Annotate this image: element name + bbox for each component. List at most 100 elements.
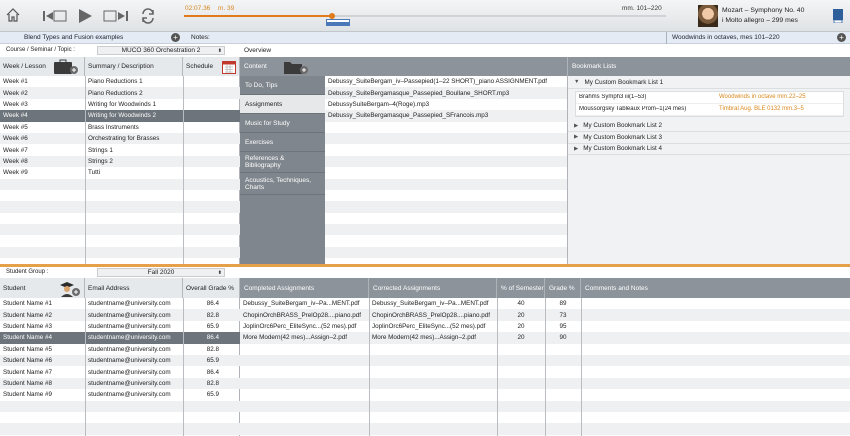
col-email-header[interactable]: Email Address [85,278,183,298]
rewind-icon[interactable] [42,10,68,22]
triangle-right-icon[interactable]: ▶ [574,134,578,140]
file-row[interactable]: Debussy_SuiteBergam_iv–Passepied(1–22 SH… [325,76,567,87]
col-summary-header[interactable]: Summary / Description [85,57,183,76]
student-row[interactable]: Student Name #7 studentname@university.co… [0,366,240,377]
col-summary-label: Summary / Description [88,63,154,70]
file-row[interactable]: Debussy_SuiteBergamasque_Passepied_SFran… [325,110,567,122]
add-blend-icon[interactable]: + [171,33,180,42]
lesson-week: Week #9 [3,169,28,177]
completed-file[interactable]: More Modern(42 mes)...Assign–2.pdf [240,334,369,341]
corrected-file[interactable]: Debussy_SuiteBergam_iv–Pa...MENT.pdf [369,300,497,307]
completed-file[interactable]: JoplinOrc6Perc_EliteSync...(52 mes).pdf [240,323,369,330]
toolbar: 02:07.36 m. 39 mm. 101–220 Mozart – Symp… [0,0,850,32]
file-row[interactable]: Debussy_SuiteBergamasque_Passepied_Boull… [325,87,567,99]
lesson-summary: Strings 1 [88,146,113,154]
bookmark-item[interactable]: Brahms Symph3 iii(1–53) Woodwinds in octa… [576,92,843,104]
lesson-row[interactable]: Week #9 Tutti [0,167,240,178]
empty-row [325,190,567,201]
bookmark-book-icon[interactable] [833,9,843,23]
student-row[interactable]: Student Name #8 studentname@university.co… [0,377,240,390]
blend-title: Blend Types and Fusion examples [24,34,124,41]
student-name: Student Name #2 [3,311,53,319]
forward-icon[interactable] [103,10,129,22]
triangle-right-icon[interactable]: ▶ [574,123,578,129]
lessons-panel: Week / Lesson Summary / Description Sche… [0,57,240,264]
lesson-row[interactable]: Week #7 Strings 1 [0,144,240,155]
col-comments-header[interactable]: Comments and Notes [581,278,850,298]
bookmark-list-name: My Custom Bookmark List 3 [583,133,662,141]
student-row[interactable]: Student Name #3 studentname@university.co… [0,321,240,332]
triangle-down-icon[interactable]: ▼ [574,79,579,85]
content-menu-item[interactable]: Music for Study [240,114,325,133]
bookmark-item-title: Brahms Symph3 iii(1–53) [579,94,647,100]
corrected-file[interactable]: More Modern(42 mes)...Assign–2.pdf [369,334,497,341]
student-row[interactable]: Student Name #9 studentname@university.co… [0,389,240,400]
file-name: Debussy_SuiteBergam_iv–Passepied(1–22 SH… [328,78,547,86]
lesson-summary: Brass Instruments [88,123,139,131]
content-menu-item[interactable]: To Do, Tips [240,76,325,95]
select-arrows-icon: ⬍ [217,48,222,54]
bookmark-list-header[interactable]: ▶ My Custom Bookmark List 4 [568,144,850,155]
col-completed-header[interactable]: Completed Assignments [240,278,369,298]
bookmark-list-header[interactable]: ▶ My Custom Bookmark List 3 [568,132,850,144]
empty-row [0,246,240,259]
bookmark-item[interactable]: Moussorgsky Tableaux Prom–1(24 mes) Timbr… [576,104,843,116]
lesson-row[interactable]: Week #8 Strings 2 [0,155,240,168]
course-select[interactable]: MUCO 360 Orchestration 2 ⬍ [97,46,225,55]
lesson-week: Week #2 [3,89,28,97]
content-menu-item[interactable]: Assignments [240,95,325,114]
col-semester-label: % of Semester [501,284,544,292]
home-icon[interactable] [5,7,21,23]
corrected-file[interactable]: ChopinOrchBRASS_PrelOp28....piano.pdf [369,312,497,319]
play-icon[interactable] [77,8,93,24]
completed-file[interactable]: ChopinOrchBRASS_PrelOp28....piano.pdf [240,312,369,319]
student-avatar-icon[interactable] [57,280,81,297]
content-folder-icon[interactable] [283,59,309,75]
loop-region[interactable] [326,19,350,26]
triangle-right-icon[interactable]: ▶ [574,146,578,152]
student-row[interactable]: Student Name #6 studentname@university.co… [0,354,240,367]
student-row[interactable]: Student Name #4 studentname@university.co… [0,332,240,344]
calendar-icon[interactable] [222,60,236,74]
student-row[interactable]: Student Name #5 studentname@university.co… [0,344,240,355]
content-menu-item[interactable]: References & Bibliography [240,152,325,173]
lesson-row[interactable]: Week #2 Piano Reductions 2 [0,87,240,99]
student-list: Student Name #1 studentname@university.co… [0,298,240,436]
lesson-row[interactable]: Week #1 Piano Reductions 1 [0,76,240,87]
col-corrected-header[interactable]: Corrected Assignments [369,278,497,298]
col-semester-header[interactable]: % of Semester [497,278,545,298]
add-note-icon[interactable]: + [837,33,846,42]
empty-row [325,132,567,145]
corrected-file[interactable]: JoplinOrc6Perc_EliteSync...(52 mes).pdf [369,323,497,330]
student-row[interactable]: Student Name #1 studentname@university.co… [0,298,240,309]
student-email: studentname@university.com [88,311,171,319]
bookmark-list-name: My Custom Bookmark List 4 [583,145,662,153]
lesson-row[interactable]: Week #3 Writing for Woodwinds 1 [0,99,240,110]
loop-icon[interactable] [140,8,156,24]
completed-file[interactable]: Debussy_SuiteBergam_iv–Pa...MENT.pdf [240,300,369,307]
student-group-select[interactable]: Fall 2020 ⬍ [97,268,225,277]
content-menu-item[interactable]: Acoustics, Techniques, Charts [240,173,325,195]
woodwinds-note: Woodwinds in octaves, mes 101–220 [672,34,780,41]
playback-measure: m. 39 [218,5,235,12]
student-row[interactable]: Student Name #2 studentname@university.co… [0,309,240,321]
lesson-row[interactable]: Week #6 Orchestrating for Brasses [0,132,240,145]
lesson-folder-icon[interactable] [53,59,79,75]
student-group-label: Student Group : [6,269,49,275]
lesson-row[interactable]: Week #4 Writing for Woodwinds 2 [0,110,240,122]
student-grade: 65.9 [206,391,219,399]
bookmark-list-header[interactable]: ▶ My Custom Bookmark List 2 [568,121,850,132]
file-name: Debussy_SuiteBergamasque_Passepied_SFran… [328,112,489,120]
student-name: Student Name #7 [3,368,53,376]
col-student-label: Student [3,284,26,292]
content-menu-item[interactable]: Exercises [240,133,325,152]
bookmark-list-header[interactable]: ▼ My Custom Bookmark List 1 [568,77,850,89]
empty-row [0,412,240,423]
empty-row [325,246,567,259]
col-grade-header[interactable]: Overall Grade % [183,278,240,298]
file-row[interactable]: DebussySuiteBergam–4(Roge).mp3 [325,99,567,110]
student-name: Student Name #1 [3,300,53,308]
lesson-row[interactable]: Week #5 Brass Instruments [0,122,240,133]
col-gradep-header[interactable]: Grade % [545,278,581,298]
student-grade: 86.4 [206,368,219,376]
